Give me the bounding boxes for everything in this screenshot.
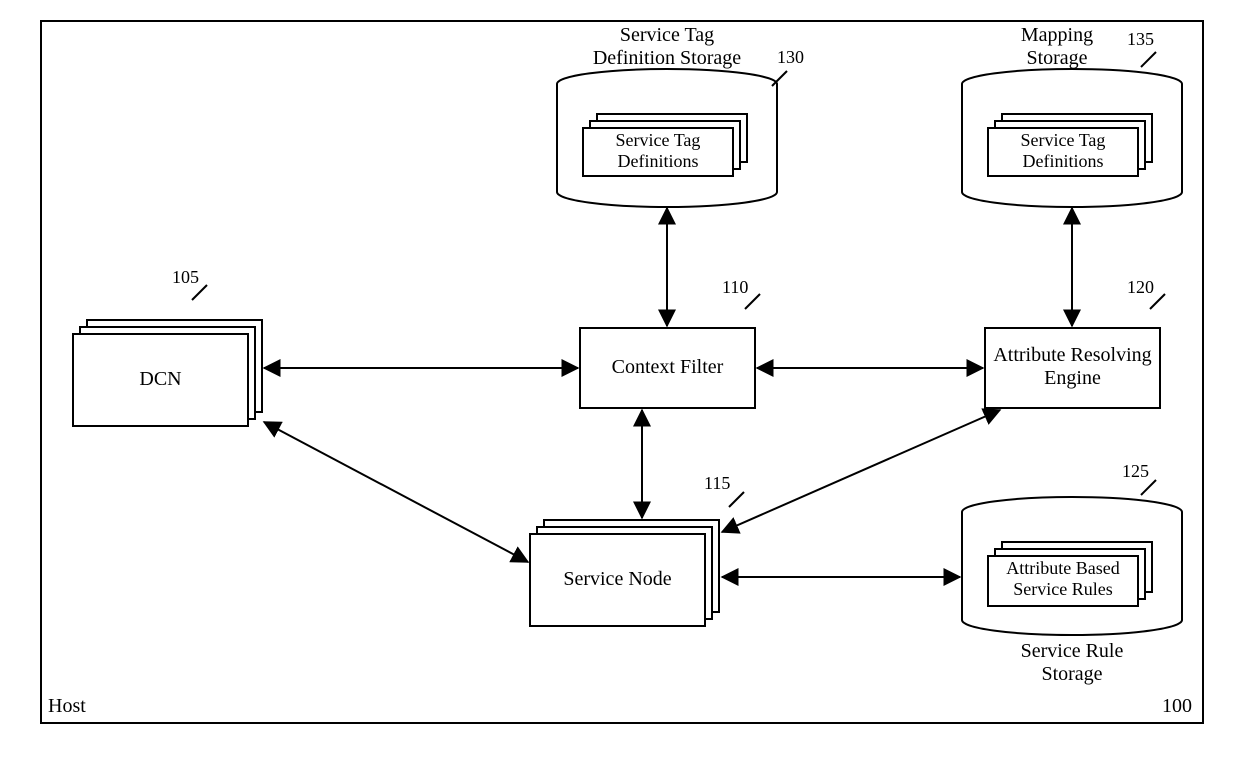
- ref-svcnode: 115: [704, 474, 730, 494]
- label-svcrules-storage: Service Rule Storage: [972, 640, 1172, 686]
- card-mapstore: Service Tag Definitions: [988, 130, 1138, 171]
- ref-dcn: 105: [172, 268, 199, 288]
- host-frame: Service Tag Definition Storage 130 Mappi…: [40, 20, 1204, 724]
- node-context-filter: [580, 294, 760, 408]
- label-tagdef-storage: Service Tag Definition Storage: [557, 24, 777, 70]
- label-cfilter: Context Filter: [580, 356, 755, 379]
- ref-tagdef: 130: [777, 48, 804, 68]
- label-mapping-storage: Mapping Storage: [1002, 24, 1112, 70]
- ref-host: 100: [1162, 695, 1192, 718]
- ref-cfilter: 110: [722, 278, 748, 298]
- label-host: Host: [48, 695, 86, 718]
- ref-mapstore: 135: [1127, 30, 1154, 50]
- label-dcn: DCN: [73, 368, 248, 391]
- ref-are: 120: [1127, 278, 1154, 298]
- card-tagdef: Service Tag Definitions: [583, 130, 733, 171]
- node-service-node: [530, 492, 744, 626]
- node-dcn: [73, 285, 262, 426]
- card-svcrules: Attribute Based Service Rules: [988, 558, 1138, 599]
- arrow-are-svcnode: [722, 410, 1000, 532]
- label-are: Attribute Resolving Engine: [985, 344, 1160, 390]
- arrow-dcn-svcnode: [264, 422, 528, 562]
- ref-svcrules: 125: [1122, 462, 1149, 482]
- label-svcnode: Service Node: [530, 568, 705, 591]
